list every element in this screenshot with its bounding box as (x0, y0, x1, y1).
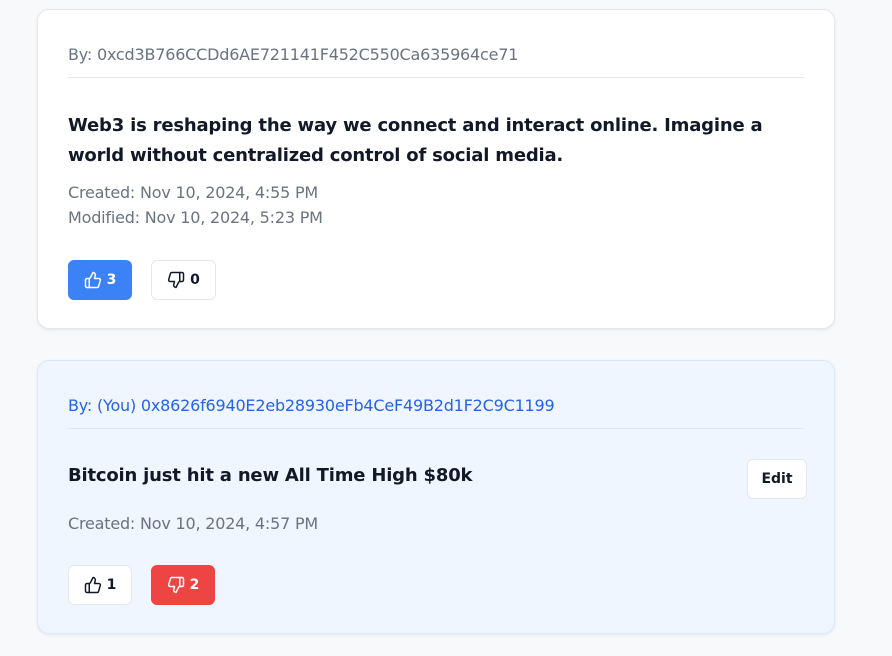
thumbs-down-icon (167, 576, 184, 594)
like-button[interactable]: 1 (68, 565, 132, 605)
post-author: By: (You) 0x8626f6940E2eb28930eFb4CeF49B… (68, 396, 804, 429)
dislike-button[interactable]: 0 (151, 260, 216, 300)
dislike-button[interactable]: 2 (151, 565, 215, 605)
dislike-count: 0 (190, 272, 200, 288)
post-content: Web3 is reshaping the way we connect and… (68, 115, 763, 166)
dislike-count: 2 (189, 577, 200, 593)
post-content: Bitcoin just hit a new All Time High $80… (68, 465, 473, 486)
post-modified-date: Modified: Nov 10, 2024, 5:23 PM (68, 208, 323, 227)
like-count: 3 (106, 272, 117, 288)
post-author: By: 0xcd3B766CCDd6AE721141F452C550Ca6359… (68, 45, 804, 78)
edit-button[interactable]: Edit (747, 459, 807, 499)
own-post-card: By: (You) 0x8626f6940E2eb28930eFb4CeF49B… (37, 360, 835, 634)
like-button[interactable]: 3 (68, 260, 132, 300)
thumbs-down-icon (168, 271, 185, 289)
like-count: 1 (106, 577, 117, 593)
post-created-date: Created: Nov 10, 2024, 4:57 PM (68, 514, 319, 533)
post-card: By: 0xcd3B766CCDd6AE721141F452C550Ca6359… (37, 9, 835, 329)
post-created-date: Created: Nov 10, 2024, 4:55 PM (68, 183, 319, 202)
thumbs-up-icon (84, 576, 101, 594)
thumbs-up-icon (84, 271, 101, 289)
